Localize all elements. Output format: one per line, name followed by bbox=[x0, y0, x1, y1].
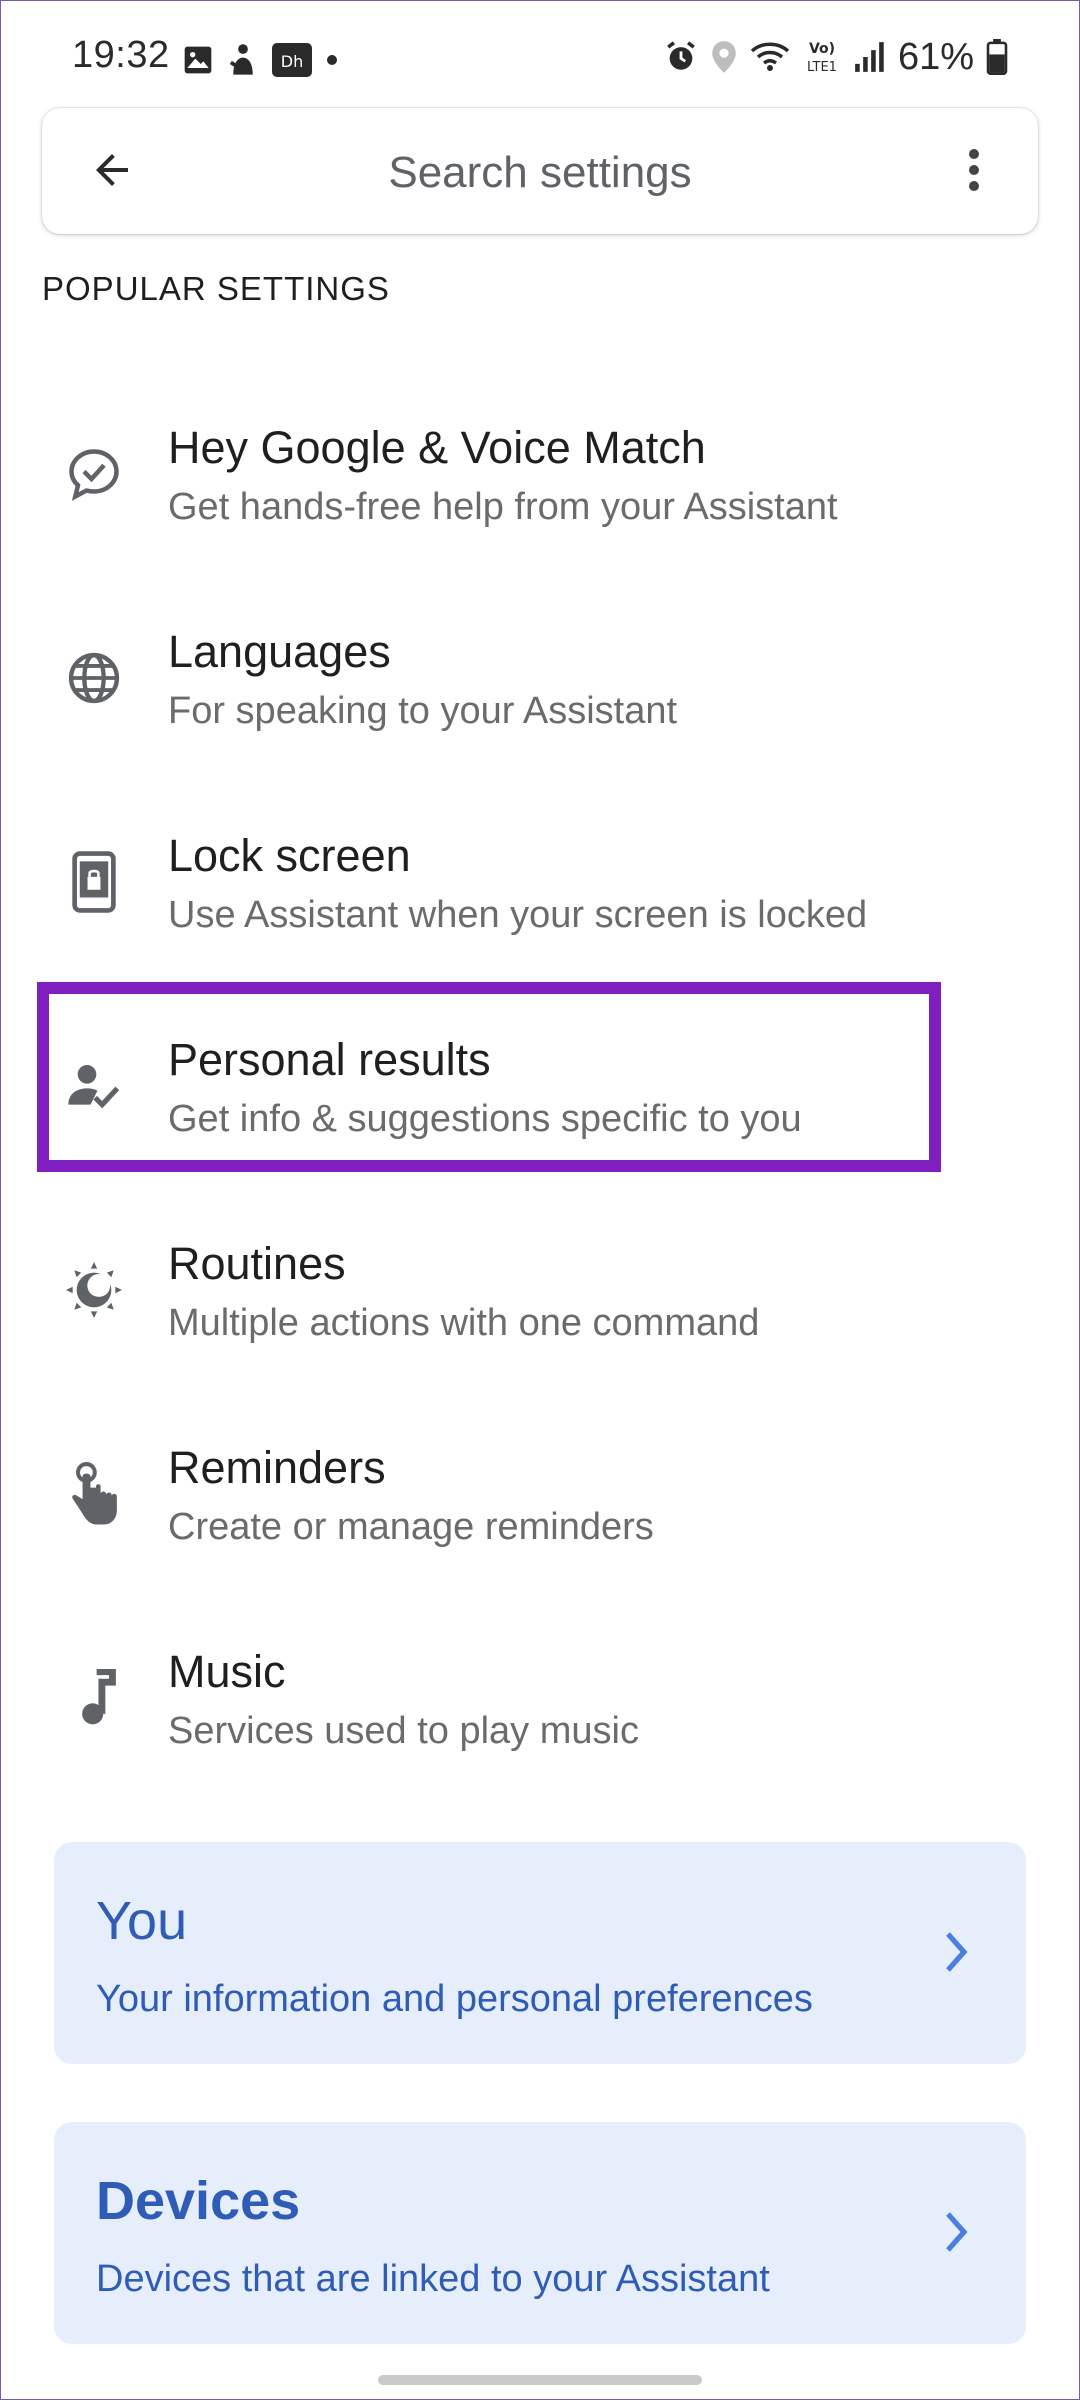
setting-item-reminders[interactable]: Reminders Create or manage reminders bbox=[0, 1394, 1080, 1598]
reminder-hand-icon bbox=[62, 1462, 126, 1526]
setting-subtitle: Use Assistant when your screen is locked bbox=[168, 894, 868, 936]
dot-icon bbox=[326, 54, 338, 66]
alarm-icon bbox=[664, 40, 698, 74]
battery-percent: 61% bbox=[897, 35, 974, 78]
chevron-right-icon bbox=[938, 2204, 974, 2260]
setting-title: Routines bbox=[168, 1238, 346, 1289]
routines-icon bbox=[62, 1258, 126, 1322]
status-right-icons: Vo) LTE1 61% bbox=[664, 34, 1008, 80]
volte-bottom-label: LTE1 bbox=[807, 60, 837, 75]
setting-subtitle: Create or manage reminders bbox=[168, 1506, 654, 1548]
card-subtitle: Devices that are linked to your Assistan… bbox=[96, 2258, 770, 2300]
status-bar: 19:32 Dh Vo) LTE1 61% bbox=[0, 0, 1080, 112]
card-subtitle: Your information and personal preference… bbox=[96, 1978, 813, 2020]
setting-subtitle: Get info & suggestions specific to you bbox=[168, 1098, 802, 1140]
devices-card[interactable]: Devices Devices that are linked to your … bbox=[54, 2122, 1026, 2344]
setting-item-languages[interactable]: Languages For speaking to your Assistant bbox=[0, 578, 1080, 782]
card-title: Devices bbox=[96, 2171, 301, 2231]
location-icon bbox=[710, 40, 738, 74]
wifi-icon bbox=[750, 40, 790, 74]
setting-subtitle: Get hands-free help from your Assistant bbox=[168, 486, 838, 528]
setting-title: Lock screen bbox=[168, 830, 411, 881]
signal-icon bbox=[854, 41, 886, 73]
setting-subtitle: Services used to play music bbox=[168, 1710, 639, 1752]
battery-icon bbox=[986, 39, 1008, 75]
setting-item-music[interactable]: Music Services used to play music bbox=[0, 1598, 1080, 1802]
setting-subtitle: For speaking to your Assistant bbox=[168, 690, 678, 732]
setting-title: Reminders bbox=[168, 1442, 386, 1493]
popular-settings-list: Hey Google & Voice Match Get hands-free … bbox=[0, 374, 1080, 1802]
image-icon bbox=[182, 44, 214, 76]
gesture-icon bbox=[228, 43, 258, 77]
setting-title: Music bbox=[168, 1646, 286, 1697]
chevron-right-icon bbox=[938, 1924, 974, 1980]
setting-title: Hey Google & Voice Match bbox=[168, 422, 706, 473]
setting-title: Languages bbox=[168, 626, 391, 677]
volte-top-label: Vo) bbox=[809, 41, 835, 57]
disney-label: Dh bbox=[281, 52, 303, 71]
setting-item-personal-results[interactable]: Personal results Get info & suggestions … bbox=[0, 986, 1080, 1190]
setting-item-routines[interactable]: Routines Multiple actions with one comma… bbox=[0, 1190, 1080, 1394]
globe-icon bbox=[62, 646, 126, 710]
setting-item-voice-match[interactable]: Hey Google & Voice Match Get hands-free … bbox=[0, 374, 1080, 578]
search-input[interactable]: Search settings bbox=[42, 148, 1038, 198]
more-vert-icon bbox=[968, 146, 980, 199]
status-time: 19:32 bbox=[72, 34, 170, 76]
person-check-icon bbox=[62, 1054, 126, 1118]
lock-screen-icon bbox=[62, 850, 126, 914]
you-card[interactable]: You Your information and personal prefer… bbox=[54, 1842, 1026, 2064]
card-title: You bbox=[96, 1891, 188, 1951]
search-bar[interactable]: Search settings bbox=[42, 108, 1038, 234]
volte-icon: Vo) LTE1 bbox=[802, 37, 842, 77]
voice-match-icon bbox=[62, 442, 126, 506]
setting-item-lock-screen[interactable]: Lock screen Use Assistant when your scre… bbox=[0, 782, 1080, 986]
section-header: POPULAR SETTINGS bbox=[42, 270, 390, 307]
more-options-button[interactable] bbox=[954, 144, 994, 200]
setting-subtitle: Multiple actions with one command bbox=[168, 1302, 760, 1344]
gesture-navigation-bar[interactable] bbox=[378, 2375, 702, 2385]
disney-plus-icon: Dh bbox=[272, 43, 312, 77]
setting-title: Personal results bbox=[168, 1034, 491, 1085]
status-left-icons: Dh bbox=[182, 40, 338, 80]
music-note-icon bbox=[62, 1666, 126, 1730]
